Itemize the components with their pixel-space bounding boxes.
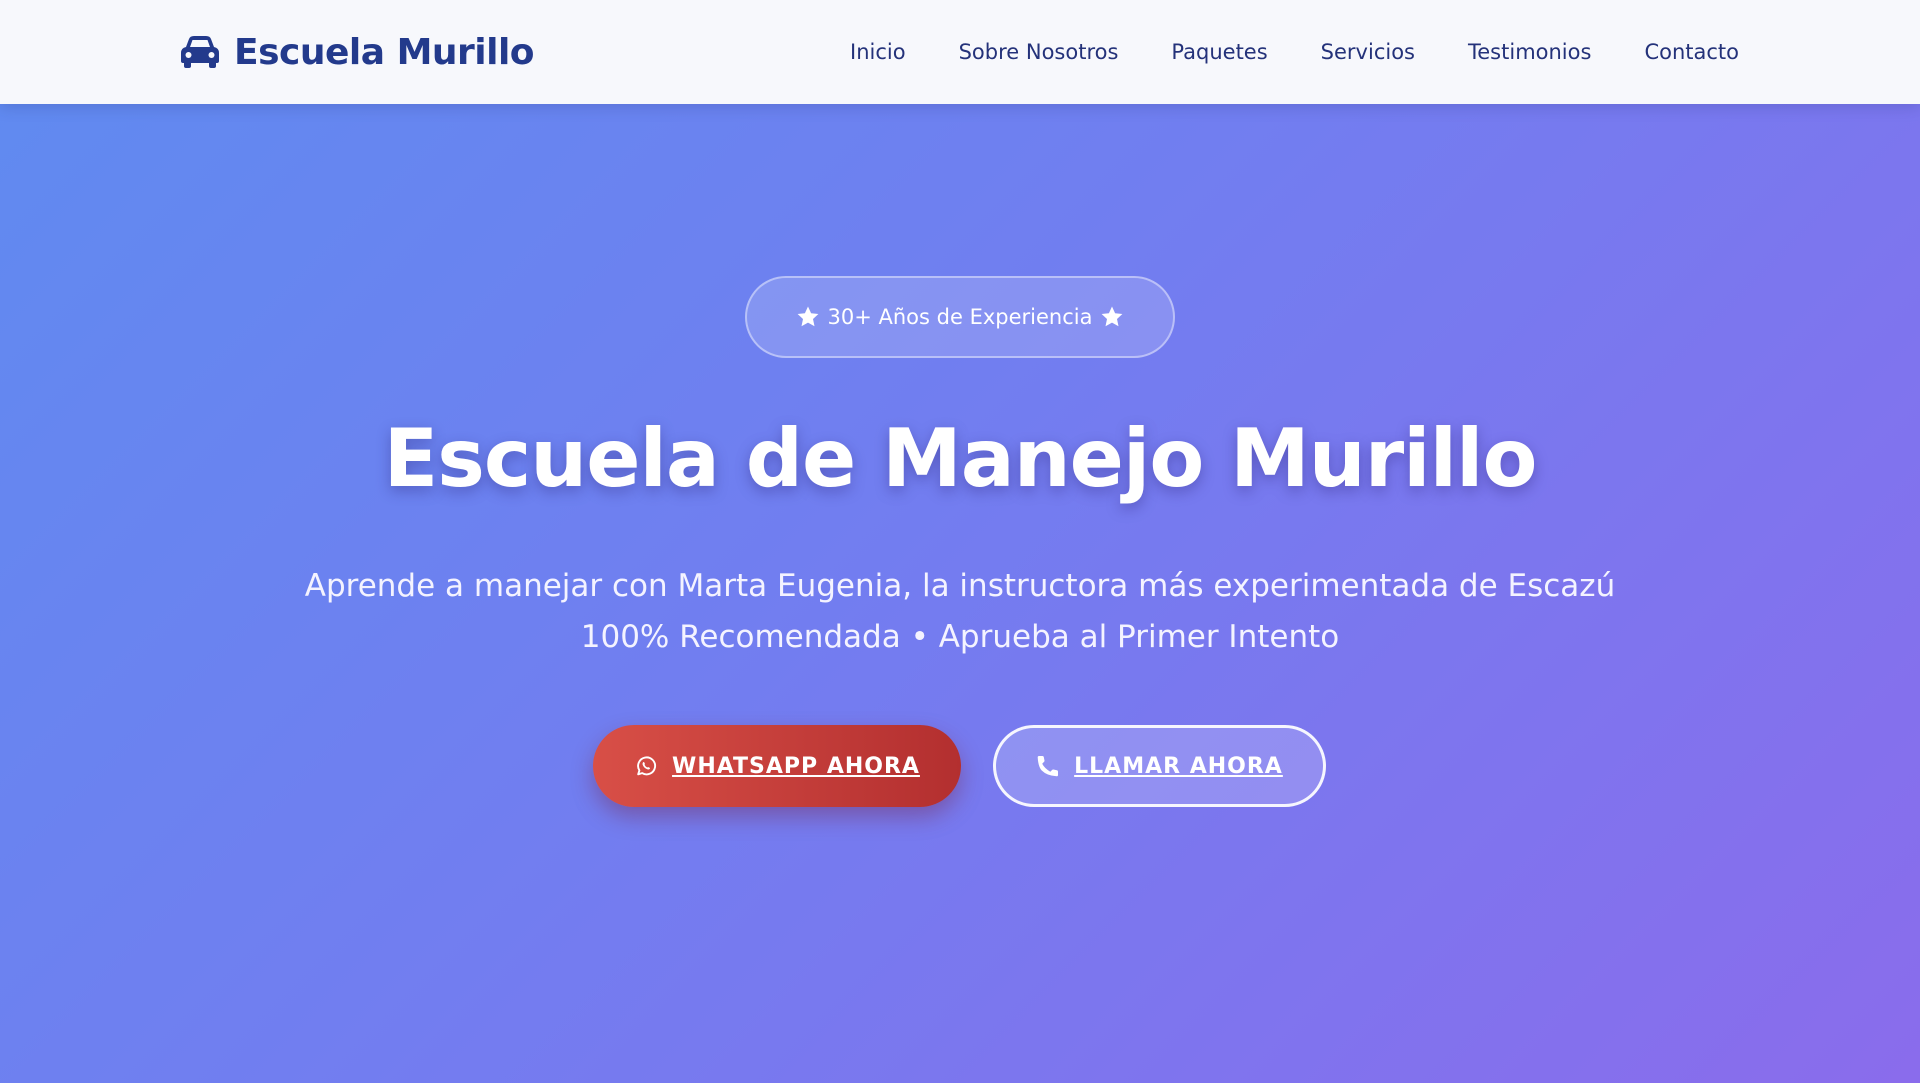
main-nav: Inicio Sobre Nosotros Paquetes Servicios… — [850, 34, 1739, 70]
brand-name: Escuela Murillo — [234, 31, 535, 73]
hero-subtitle-line-2: 100% Recomendada • Aprueba al Primer Int… — [580, 619, 1340, 655]
experience-badge: 30+ Años de Experiencia — [745, 276, 1175, 358]
hero-subtitle-line-1: Aprende a manejar con Marta Eugenia, la … — [304, 568, 1616, 604]
whatsapp-button[interactable]: WHATSAPP AHORA — [593, 725, 961, 807]
phone-icon — [1037, 756, 1059, 777]
call-button[interactable]: LLAMAR AHORA — [993, 725, 1326, 807]
site-header: Escuela Murillo Inicio Sobre Nosotros Pa… — [0, 0, 1920, 104]
whatsapp-button-label: WHATSAPP AHORA — [672, 753, 920, 779]
nav-link-inicio[interactable]: Inicio — [850, 40, 906, 64]
car-icon — [181, 36, 219, 68]
nav-link-contacto[interactable]: Contacto — [1644, 40, 1739, 64]
call-button-label: LLAMAR AHORA — [1074, 753, 1283, 779]
hero-section: 30+ Años de Experiencia Escuela de Manej… — [0, 104, 1920, 1083]
nav-link-testimonios[interactable]: Testimonios — [1468, 40, 1591, 64]
nav-link-paquetes[interactable]: Paquetes — [1171, 40, 1267, 64]
brand-logo-link[interactable]: Escuela Murillo — [180, 28, 535, 76]
hero-title: Escuela de Manejo Murillo — [383, 412, 1538, 505]
star-icon — [797, 306, 818, 327]
nav-link-sobre-nosotros[interactable]: Sobre Nosotros — [959, 40, 1119, 64]
badge-text: 30+ Años de Experiencia — [827, 305, 1093, 329]
nav-link-servicios[interactable]: Servicios — [1321, 40, 1415, 64]
whatsapp-icon — [637, 756, 657, 776]
star-icon — [1102, 306, 1123, 327]
